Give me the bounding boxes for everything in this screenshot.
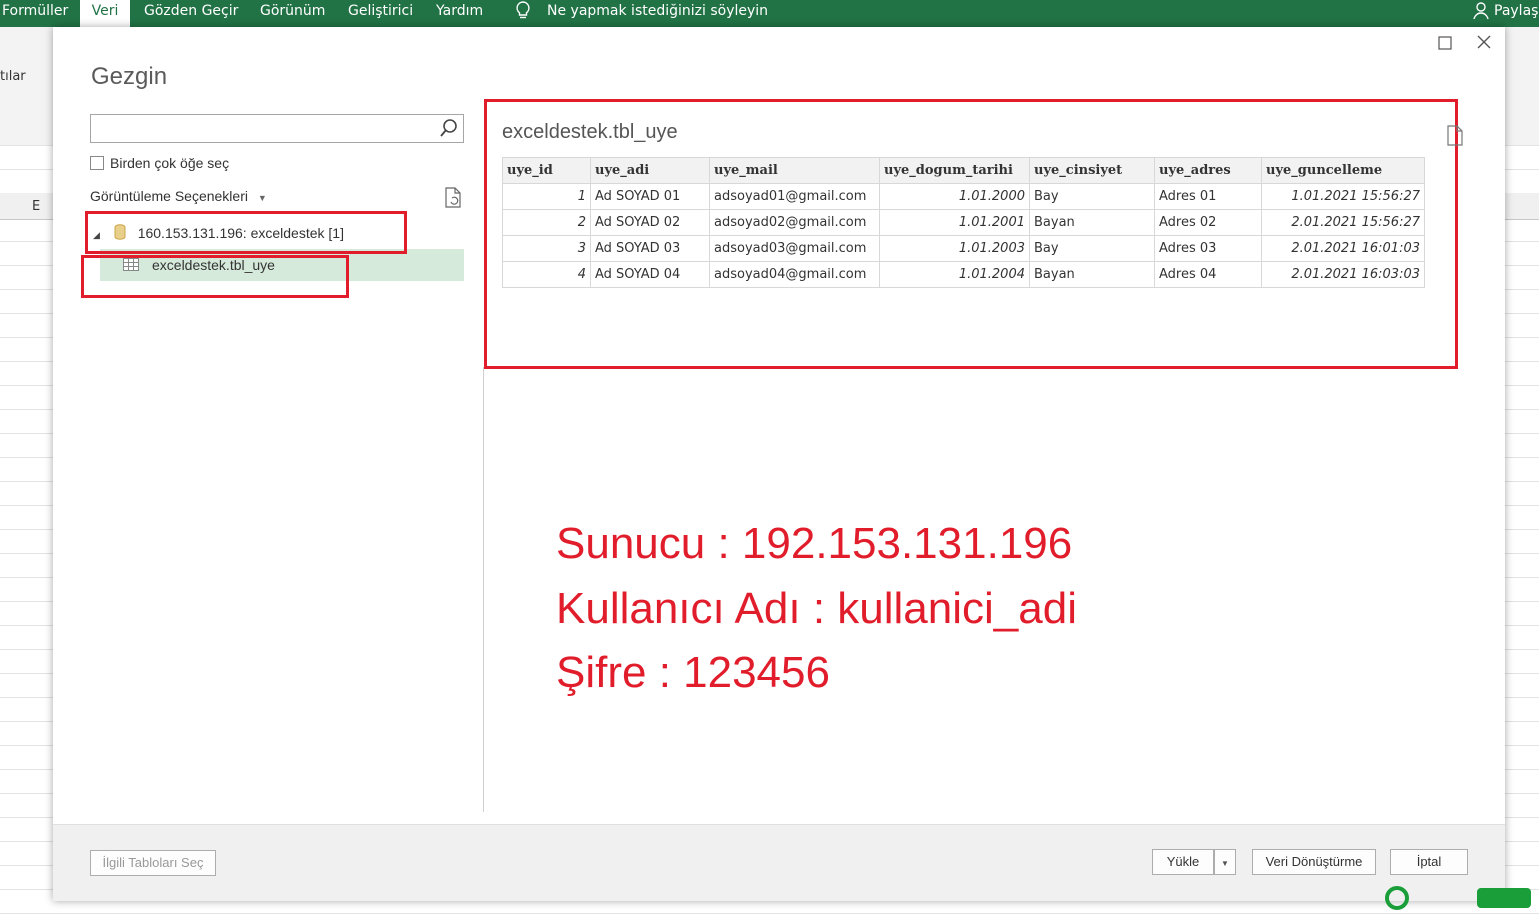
table-cell: adsoyad02@gmail.com [709,209,880,236]
highlight-server-box [85,211,407,254]
watermark-logo [1385,885,1535,917]
table-cell: 4 [502,261,591,288]
table-cell: 1.01.2003 [879,235,1030,262]
dialog-footer: İlgili Tabloları Seç Yükle ▼ Veri Dönüşt… [53,824,1505,901]
search-icon[interactable] [439,118,459,138]
table-cell: 1 [502,183,591,210]
table-row: 1 Ad SOYAD 01 adsoyad01@gmail.com 1.01.2… [502,183,1425,210]
table-cell: adsoyad01@gmail.com [709,183,880,210]
table-row: 2 Ad SOYAD 02 adsoyad02@gmail.com 1.01.2… [502,209,1425,236]
table-cell: 3 [502,235,591,262]
table-cell: Bay [1029,235,1155,262]
close-icon[interactable] [1472,33,1496,57]
table-cell: Adres 01 [1154,183,1262,210]
ribbon-group-label: tılar [0,69,26,84]
chevron-down-icon: ▼ [257,193,267,203]
tab-help[interactable]: Yardım [436,0,483,27]
refresh-icon[interactable] [443,187,463,209]
tab-formulas[interactable]: Formüller [2,0,68,27]
tell-me-search[interactable]: Ne yapmak istediğinizi söyleyin [547,0,768,27]
table-row: 3 Ad SOYAD 03 adsoyad03@gmail.com 1.01.2… [502,235,1425,262]
column-label[interactable]: E [32,199,40,214]
lightbulb-icon [514,0,532,27]
cancel-button[interactable]: İptal [1390,849,1468,875]
table-row: 4 Ad SOYAD 04 adsoyad04@gmail.com 1.01.2… [502,261,1425,288]
tab-developer[interactable]: Geliştirici [348,0,413,27]
column-header-cell[interactable]: uye_id [502,157,591,184]
search-input[interactable] [90,114,464,143]
annotation-server: Sunucu : 192.153.131.196 [556,519,1073,568]
preview-title: exceldestek.tbl_uye [502,121,678,143]
tab-review[interactable]: Gözden Geçir [144,0,238,27]
column-header-cell[interactable]: uye_adres [1154,157,1262,184]
load-button[interactable]: Yükle [1152,849,1214,875]
table-cell: 1.01.2021 15:56:27 [1261,183,1425,210]
table-cell: Adres 02 [1154,209,1262,236]
table-cell: 1.01.2000 [879,183,1030,210]
column-header-cell[interactable]: uye_mail [709,157,880,184]
multi-select-checkbox[interactable]: Birden çok öğe seç [90,155,229,171]
navigator-dialog: Gezgin Birden çok öğe seç Görüntüleme Se… [53,27,1505,901]
view-options-label: Görüntüleme Seçenekleri [90,188,248,204]
annotation-password: Şifre : 123456 [556,648,830,697]
table-cell: adsoyad03@gmail.com [709,235,880,262]
column-header-cell[interactable]: uye_dogum_tarihi [879,157,1030,184]
load-dropdown-button[interactable]: ▼ [1214,849,1236,875]
maximize-icon[interactable] [1433,33,1457,57]
pane-divider [483,367,484,812]
table-cell: 2.01.2021 16:03:03 [1261,261,1425,288]
table-cell: Ad SOYAD 03 [590,235,710,262]
table-cell: adsoyad04@gmail.com [709,261,880,288]
preview-table: uye_id uye_adi uye_mail uye_dogum_tarihi… [502,157,1425,288]
dialog-title: Gezgin [91,63,168,90]
export-icon[interactable] [1446,125,1464,147]
table-cell: 2.01.2021 15:56:27 [1261,209,1425,236]
transform-data-button[interactable]: Veri Dönüştürme [1252,849,1376,875]
tab-data[interactable]: Veri [80,0,130,27]
table-cell: 2.01.2021 16:01:03 [1261,235,1425,262]
table-cell: Bayan [1029,261,1155,288]
table-cell: Ad SOYAD 02 [590,209,710,236]
table-cell: 1.01.2004 [879,261,1030,288]
view-options-dropdown[interactable]: Görüntüleme Seçenekleri ▼ [90,188,267,204]
related-tables-button[interactable]: İlgili Tabloları Seç [90,850,216,876]
highlight-table-box [81,255,349,298]
chevron-down-icon: ▼ [1221,859,1229,868]
ribbon-tab-bar: Formüller Veri Gözden Geçir Görünüm Geli… [0,0,1539,27]
column-header-cell[interactable]: uye_cinsiyet [1029,157,1155,184]
column-header-cell[interactable]: uye_adi [590,157,710,184]
column-header-cell[interactable]: uye_guncelleme [1261,157,1425,184]
table-cell: Ad SOYAD 01 [590,183,710,210]
table-cell: 1.01.2001 [879,209,1030,236]
table-header-row: uye_id uye_adi uye_mail uye_dogum_tarihi… [502,157,1425,184]
tab-view[interactable]: Görünüm [260,0,325,27]
checkbox-box[interactable] [90,156,104,170]
multi-select-label: Birden çok öğe seç [110,155,230,171]
table-cell: Bayan [1029,209,1155,236]
table-cell: 2 [502,209,591,236]
table-cell: Bay [1029,183,1155,210]
table-cell: Adres 03 [1154,235,1262,262]
share-button[interactable]: Paylaş [1494,0,1538,27]
annotation-username: Kullanıcı Adı : kullanici_adi [556,584,1077,633]
table-cell: Adres 04 [1154,261,1262,288]
table-cell: Ad SOYAD 04 [590,261,710,288]
person-icon [1472,0,1490,27]
